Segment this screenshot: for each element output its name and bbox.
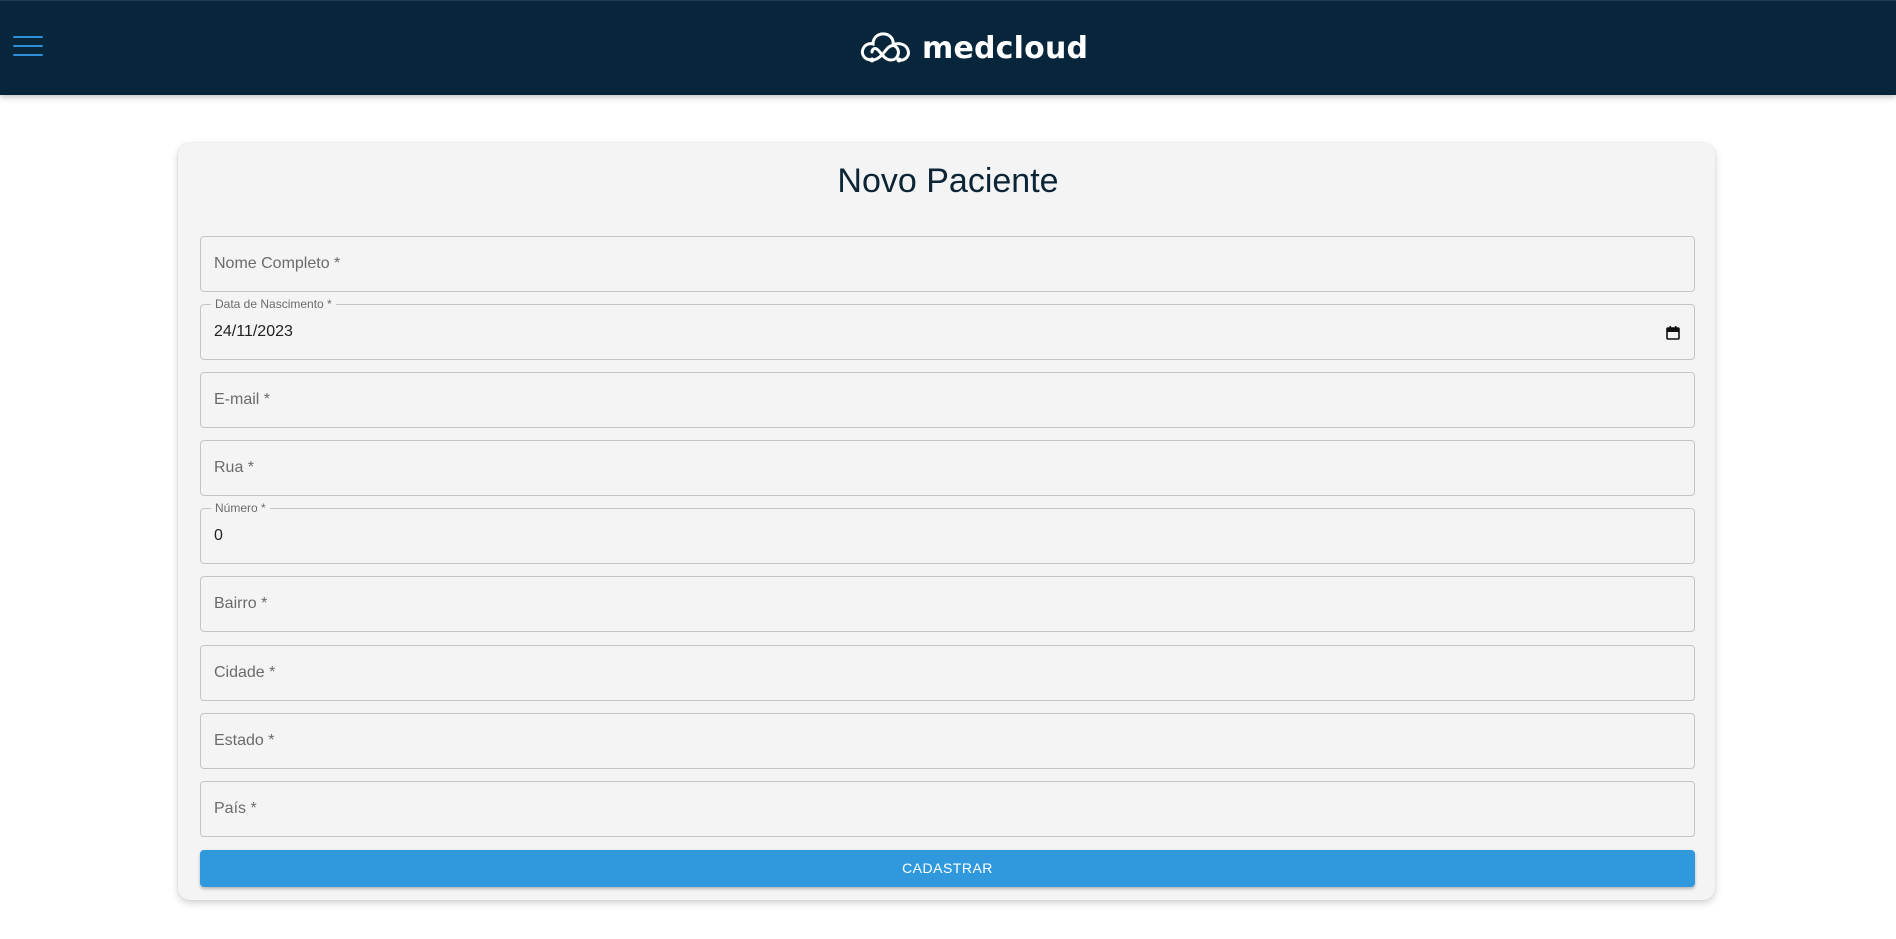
state-field[interactable]: Estado * <box>200 713 1695 769</box>
email-placeholder: E-mail * <box>214 391 271 408</box>
country-field[interactable]: País * <box>200 781 1695 837</box>
number-field[interactable]: Número * 0 <box>200 501 1695 564</box>
email-field[interactable]: E-mail * <box>200 372 1695 428</box>
state-placeholder: Estado * <box>214 732 275 749</box>
neighborhood-placeholder: Bairro * <box>214 595 268 612</box>
calendar-icon[interactable] <box>1665 325 1681 341</box>
country-placeholder: País * <box>214 800 257 817</box>
brand-name: medcloud <box>922 31 1089 66</box>
city-placeholder: Cidade * <box>214 664 276 681</box>
register-button[interactable]: CADASTRAR <box>200 850 1695 887</box>
menu-icon[interactable] <box>13 36 43 58</box>
full-name-placeholder: Nome Completo * <box>214 255 341 272</box>
city-field[interactable]: Cidade * <box>200 645 1695 701</box>
neighborhood-field[interactable]: Bairro * <box>200 576 1695 632</box>
birth-date-value: 24/11/2023 <box>214 323 293 340</box>
birth-date-field[interactable]: Data de Nascimento * 24/11/2023 <box>200 297 1695 360</box>
page-title: Novo Paciente <box>837 162 1059 200</box>
top-app-bar: medcloud <box>0 0 1896 95</box>
street-field[interactable]: Rua * <box>200 440 1695 496</box>
medcloud-logo-icon <box>860 32 910 63</box>
brand-logo[interactable]: medcloud <box>858 29 1088 69</box>
street-placeholder: Rua * <box>214 459 255 476</box>
full-name-field[interactable]: Nome Completo * <box>200 236 1695 292</box>
number-value: 0 <box>214 527 223 544</box>
